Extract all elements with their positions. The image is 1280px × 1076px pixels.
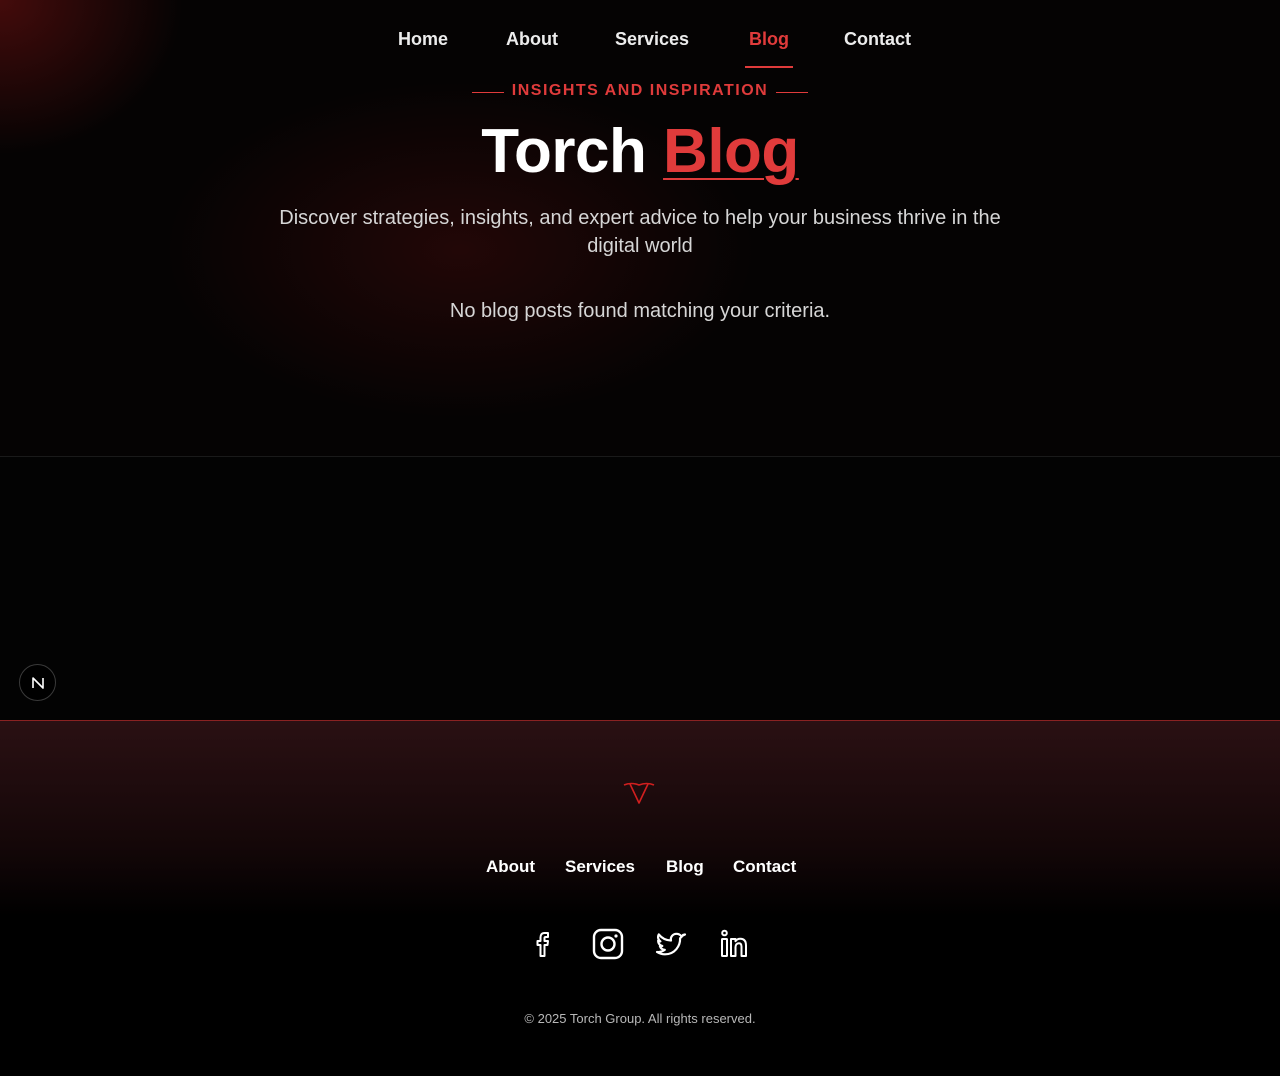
footer-blog-link[interactable]: Blog [666, 857, 704, 877]
linkedin-link[interactable] [718, 927, 752, 961]
social-links [0, 927, 1280, 963]
page-title: Torch Blog [0, 116, 1280, 188]
instagram-icon [592, 928, 624, 960]
nav-home-link[interactable]: Home [398, 28, 448, 68]
main-nav: Home About Services Blog Contact [0, 28, 1280, 68]
page-title-main: Torch [481, 117, 647, 186]
eyebrow-right-rule [776, 92, 808, 93]
twitter-link[interactable] [654, 927, 688, 961]
torch-logo-icon[interactable] [622, 779, 656, 807]
footer-contact-link[interactable]: Contact [733, 857, 796, 877]
page-title-accent: Blog [663, 117, 799, 186]
facebook-link[interactable] [527, 927, 561, 961]
linkedin-icon [721, 929, 747, 957]
hero-section: Home About Services Blog Contact INSIGHT… [0, 0, 1280, 457]
eyebrow-text: INSIGHTS AND INSPIRATION [511, 82, 769, 99]
facebook-icon [536, 932, 549, 957]
instagram-link[interactable] [591, 927, 625, 961]
dev-tools-badge[interactable] [19, 664, 56, 701]
nav-blog-link[interactable]: Blog [745, 28, 793, 68]
page-subtitle: Discover strategies, insights, and exper… [279, 207, 1001, 257]
nav-contact-link[interactable]: Contact [844, 28, 911, 68]
empty-state-message: No blog posts found matching your criter… [449, 300, 831, 322]
twitter-icon [655, 932, 687, 956]
footer-nav: About Services Blog Contact [0, 857, 1280, 881]
site-footer: About Services Blog Contact © 2025 Torch… [0, 720, 1280, 1076]
n-logo-icon [31, 676, 44, 689]
footer-about-link[interactable]: About [486, 857, 535, 877]
nav-about-link[interactable]: About [506, 28, 558, 68]
copyright-text: © 2025 Torch Group. All rights reserved. [524, 1011, 756, 1026]
nav-services-link[interactable]: Services [615, 28, 689, 68]
footer-services-link[interactable]: Services [565, 857, 635, 877]
eyebrow: INSIGHTS AND INSPIRATION [0, 82, 1280, 104]
